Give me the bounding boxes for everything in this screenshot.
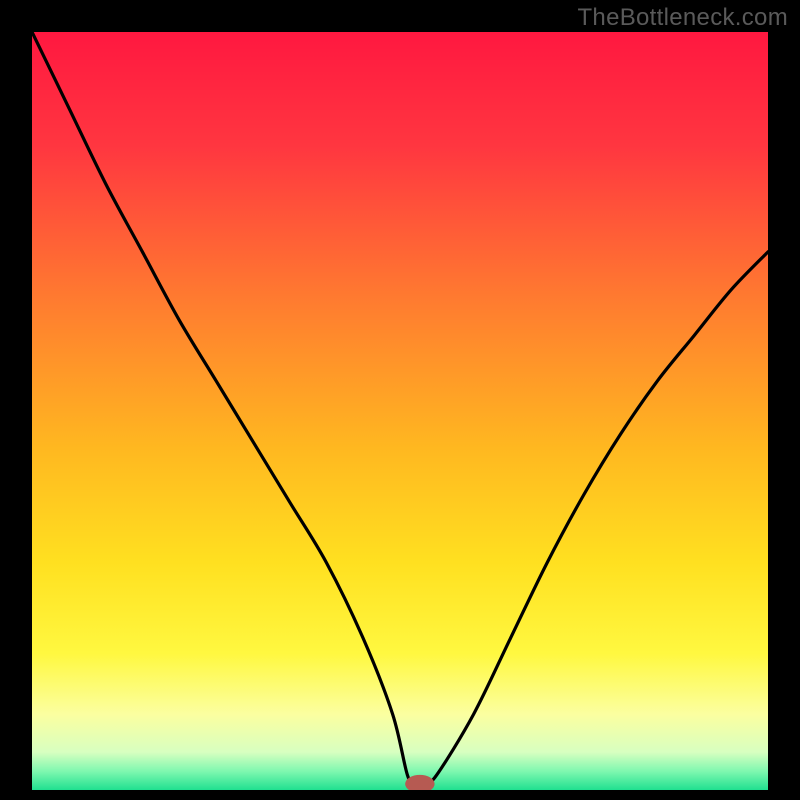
chart-frame: TheBottleneck.com — [0, 0, 800, 800]
bottleneck-chart — [32, 32, 768, 790]
chart-background — [32, 32, 768, 790]
watermark-text: TheBottleneck.com — [577, 4, 788, 32]
